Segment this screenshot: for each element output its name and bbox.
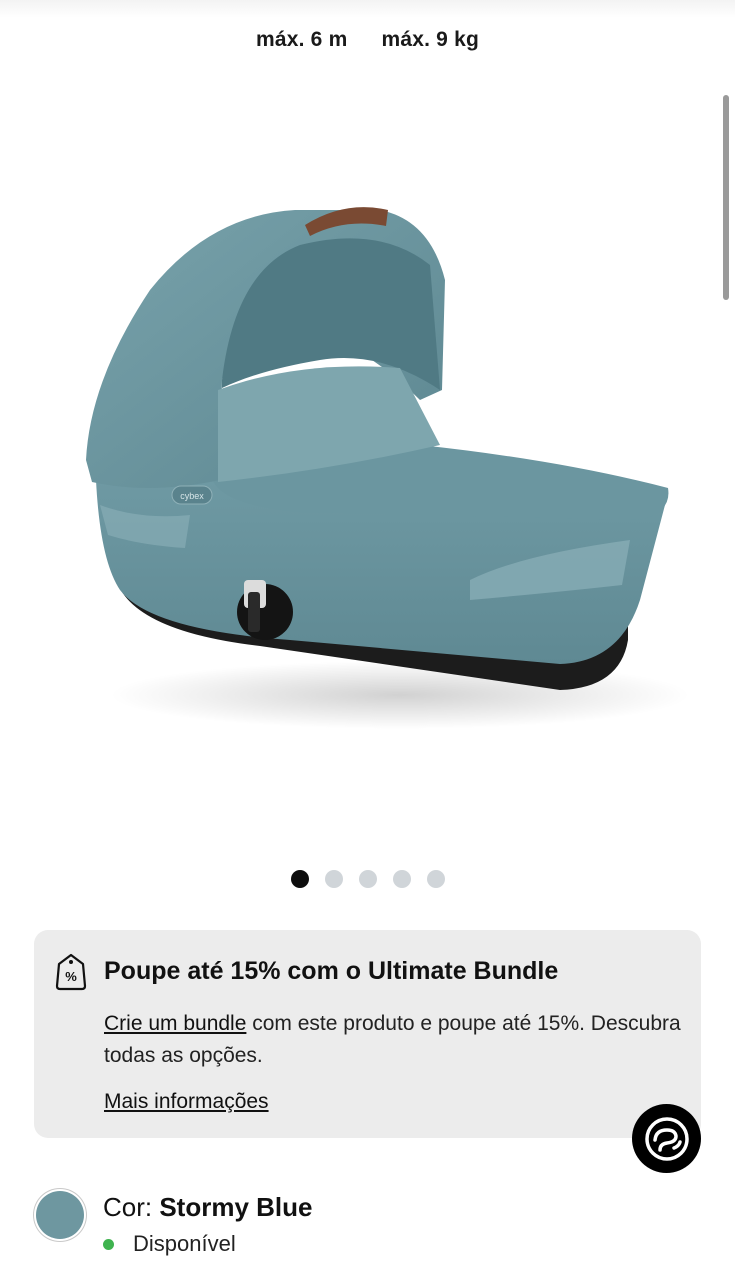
product-image[interactable]: cybex: [40, 170, 700, 750]
carousel-dot-1[interactable]: [290, 870, 309, 888]
carousel-dot-4[interactable]: [392, 870, 411, 888]
bundle-promo-card: % Poupe até 15% com o Ultimate Bundle Cr…: [34, 930, 701, 1138]
bundle-title: Poupe até 15% com o Ultimate Bundle: [104, 957, 559, 985]
scrollbar-thumb[interactable]: [723, 95, 729, 300]
carousel-dot-5[interactable]: [426, 870, 445, 888]
bundle-description: Crie um bundle com este produto e poupe …: [104, 1008, 684, 1072]
availability-dot: [103, 1238, 114, 1250]
color-label-prefix: Cor:: [103, 1192, 160, 1222]
color-label: Cor: Stormy Blue: [103, 1192, 313, 1223]
svg-text:%: %: [65, 969, 77, 984]
color-swatch[interactable]: [36, 1191, 84, 1239]
chat-logo-icon: [644, 1116, 689, 1161]
more-info-link[interactable]: Mais informações: [104, 1090, 269, 1114]
percent-tag-icon: %: [55, 953, 87, 991]
carousel-dot-3[interactable]: [358, 870, 377, 888]
create-bundle-link[interactable]: Crie um bundle: [104, 1012, 246, 1035]
carousel-dot-2[interactable]: [324, 870, 343, 888]
chat-button[interactable]: [632, 1104, 701, 1173]
spec-weight: máx. 9 kg: [381, 28, 480, 51]
color-name: Stormy Blue: [159, 1192, 313, 1222]
product-specs-bar: máx. 6 m máx. 9 kg: [0, 0, 735, 80]
brand-badge-text: cybex: [180, 491, 204, 501]
availability-status: Disponível: [103, 1231, 236, 1257]
carousel-dots: [0, 870, 735, 888]
spec-age: máx. 6 m: [255, 28, 348, 51]
availability-text: Disponível: [133, 1231, 236, 1256]
